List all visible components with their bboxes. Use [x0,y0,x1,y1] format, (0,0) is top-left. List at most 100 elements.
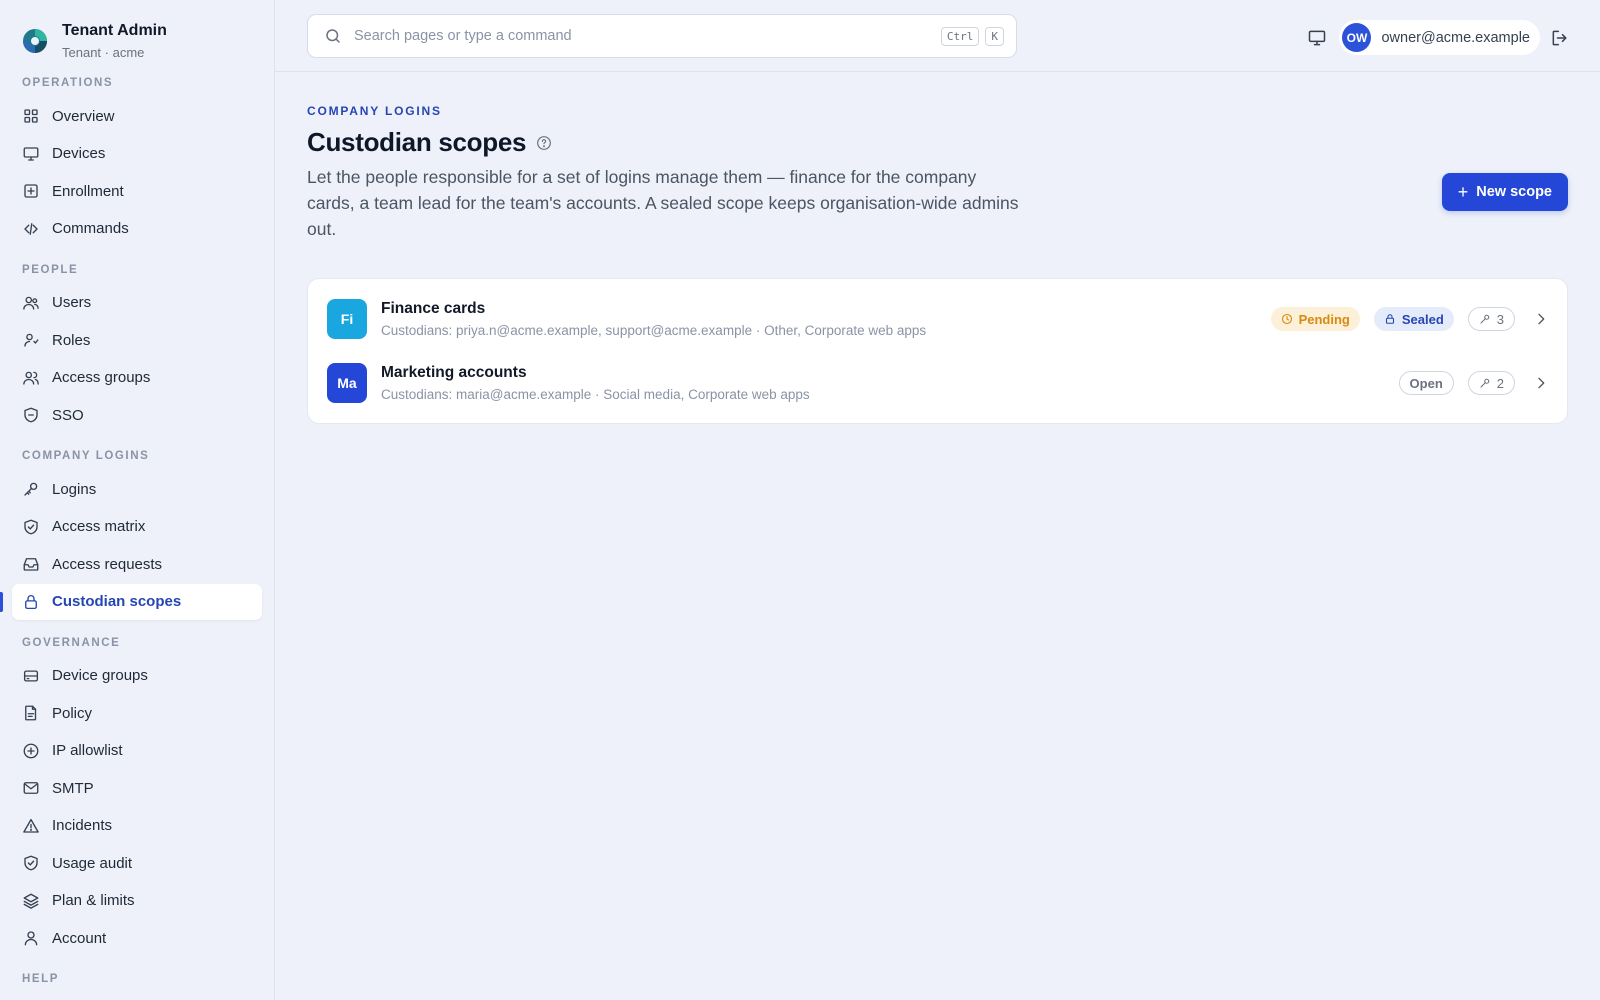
users-icon [23,296,39,310]
search-input[interactable]: Search pages or type a command [354,28,935,44]
help-circle-icon[interactable] [536,135,552,151]
login-count-badge: 2 [1467,371,1515,395]
shortcut-k-key: K [985,26,1004,46]
key-icon [1480,378,1490,388]
sidebar-item-users[interactable]: Users [12,285,262,321]
sidebar-item-access-requests[interactable]: Access requests [12,546,262,582]
main-content: COMPANY LOGINS Custodian scopes Let the … [307,72,1568,424]
nav-section-heading: OPERATIONS [22,77,114,89]
sidebar-item-roles[interactable]: Roles [12,322,262,358]
user-email: owner@acme.example [1381,29,1530,46]
plus-icon: + [1457,181,1469,202]
layers-icon [23,893,39,909]
sidebar-item-label: Access requests [52,555,163,573]
sidebar-item-label: Access groups [52,369,151,386]
topbar-actions: OW owner@acme.example [1307,20,1570,55]
nav-section-heading: COMPANY LOGINS [22,450,150,462]
sidebar-item-access-matrix[interactable]: Access matrix [12,509,262,545]
sidebar-item-enrollment[interactable]: Enrollment [12,173,262,209]
sidebar-item-sso[interactable]: SSO [12,397,262,433]
file-icon [25,705,37,721]
sidebar-item-label: Logins [52,480,97,498]
sealed-badge: Sealed [1373,307,1454,331]
login-count: 3 [1496,311,1504,327]
scope-name: Finance cards [381,300,486,317]
lock-icon [25,594,37,609]
open-label: Open [1409,375,1443,391]
grid-icon [24,109,38,123]
shortcut-ctrl-key: Ctrl [940,26,980,46]
sidebar-item-device-groups[interactable]: Device groups [12,658,262,694]
new-scope-button[interactable]: + New scope [1441,173,1568,211]
alert-triangle-icon [23,818,39,833]
key-icon [1480,314,1490,324]
page-description: Let the people responsible for a set of … [307,167,1019,239]
brand[interactable]: Tenant Admin Tenant · acme [0,0,274,70]
topbar: Search pages or type a command Ctrl K OW… [275,0,1600,72]
clock-icon [1281,313,1292,325]
page-eyebrow: COMPANY LOGINS [307,104,442,118]
sidebar-item-label: Account [52,929,107,947]
pending-badge: Pending [1270,307,1360,331]
sidebar: Tenant Admin Tenant · acme OPERATIONS Ove… [0,0,275,1000]
sidebar-item-account[interactable]: Account [12,920,262,956]
user-menu[interactable]: OW owner@acme.example [1339,20,1540,55]
scope-row[interactable]: Fi Finance cards Custodians: priya.n@acm… [308,287,1567,351]
code-icon [24,222,38,235]
scope-list: Fi Finance cards Custodians: priya.n@acm… [307,278,1568,424]
search-icon [326,29,340,43]
sidebar-item-usage-audit[interactable]: Usage audit [12,845,262,881]
sidebar-item-label: IP allowlist [52,742,123,759]
search-bar[interactable]: Search pages or type a command Ctrl K [307,14,1017,58]
scope-details: Custodians: priya.n@acme.example, suppor… [381,323,927,338]
scope-initials: Ma [327,363,367,403]
pending-label: Pending [1298,311,1350,327]
sidebar-item-label: SMTP [52,779,94,797]
brand-logo-icon [23,29,47,53]
login-count: 2 [1496,375,1504,391]
sidebar-item-access-groups[interactable]: Access groups [12,360,262,396]
scope-name: Marketing accounts [381,364,527,381]
sidebar-item-policy[interactable]: Policy [12,695,262,731]
monitor-icon [23,146,39,161]
sidebar-item-custodian-scopes[interactable]: Custodian scopes [0,583,262,620]
user-icon [24,931,38,946]
sidebar-item-label: Enrollment [52,182,124,200]
sidebar-item-label: Commands [52,220,129,237]
sealed-label: Sealed [1401,311,1444,327]
scope-initials: Fi [327,299,367,339]
scope-row[interactable]: Ma Marketing accounts Custodians: maria@… [308,351,1567,415]
shield-check-icon [24,519,38,534]
open-badge: Open [1398,371,1454,395]
lock-icon [1385,314,1394,324]
plus-square-icon [24,184,38,198]
key-icon [24,482,38,496]
logout-icon[interactable] [1550,28,1570,48]
user-role-icon [24,333,39,347]
sidebar-item-smtp[interactable]: SMTP [12,770,262,806]
sidebar-item-label: Custodian scopes [52,593,182,610]
sidebar-item-plan-limits[interactable]: Plan & limits [12,883,262,919]
avatar: OW [1342,23,1372,52]
page-title: Custodian scopes [307,127,527,157]
sidebar-item-label: Policy [52,704,93,722]
chevron-right-icon[interactable] [1533,375,1549,391]
sidebar-item-label: SSO [52,406,84,424]
nav-section-heading: GOVERNANCE [22,636,121,649]
sidebar-item-logins[interactable]: Logins [12,471,262,507]
nav-section-heading: HELP [22,973,60,985]
plus-circle-icon [23,743,39,758]
scope-details: Custodians: maria@acme.example · Social … [381,387,810,402]
group-icon [23,371,39,385]
sidebar-item-overview[interactable]: Overview [12,98,262,134]
shield-check-icon [24,855,38,871]
sidebar-item-devices[interactable]: Devices [12,136,262,172]
sidebar-item-commands[interactable]: Commands [12,211,262,247]
sidebar-item-incidents[interactable]: Incidents [12,808,262,844]
chevron-right-icon[interactable] [1533,311,1549,327]
sidebar-item-label: Devices [52,145,106,162]
monitor-icon[interactable] [1307,28,1327,48]
sidebar-item-ip-allowlist[interactable]: IP allowlist [12,733,262,769]
sidebar-item-label: Plan & limits [52,892,135,909]
mail-icon [23,782,39,794]
